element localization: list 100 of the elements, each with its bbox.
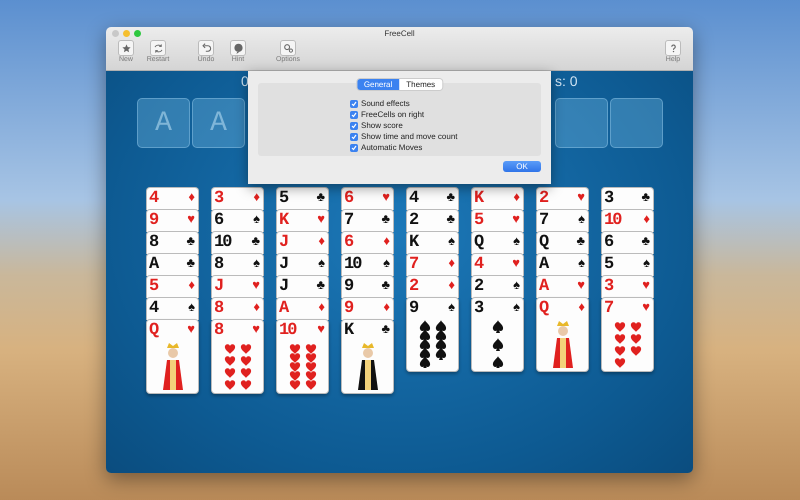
- card-suit: ♦: [383, 300, 390, 314]
- card-suit: ♦: [448, 278, 455, 292]
- card-rank: 9: [409, 298, 418, 319]
- playing-card[interactable]: 6 ♣: [601, 231, 654, 254]
- card-rank: 4: [149, 188, 158, 209]
- playing-card[interactable]: 6 ♥: [341, 187, 394, 210]
- playing-card[interactable]: 3 ♦: [211, 187, 264, 210]
- card-suit: ♥: [512, 212, 520, 226]
- card-rank: 8: [149, 232, 158, 253]
- playing-card[interactable]: 5 ♥: [471, 209, 524, 232]
- playing-card[interactable]: 9 ♥: [146, 209, 199, 232]
- playing-card[interactable]: 6 ♠: [211, 209, 264, 232]
- card-suit: ♦: [188, 190, 195, 204]
- card-suit: ♦: [188, 278, 195, 292]
- star-icon: [120, 42, 132, 54]
- card-suit: ♠: [513, 300, 520, 314]
- undo-icon: [200, 42, 212, 54]
- tab[interactable]: General: [356, 79, 400, 90]
- card-suit: ♦: [448, 256, 455, 270]
- playing-card[interactable]: K ♦: [471, 187, 524, 210]
- card-rank: 3: [604, 276, 612, 297]
- checkbox-label: Show score: [361, 121, 403, 130]
- card-suit: ♣: [446, 190, 455, 204]
- card-suit: ♣: [381, 212, 390, 226]
- card-rank: 9: [149, 210, 158, 231]
- card-rank: J: [279, 254, 288, 275]
- playing-card[interactable]: 10 ♦: [601, 209, 654, 232]
- card-suit: ♣: [381, 278, 390, 292]
- card-suit: ♠: [253, 212, 260, 226]
- playing-card[interactable]: A ♠: [536, 253, 589, 276]
- playing-card[interactable]: J ♥: [211, 275, 264, 298]
- ok-button[interactable]: OK: [503, 161, 541, 172]
- checkbox[interactable]: [350, 122, 358, 130]
- playing-card[interactable]: J ♠: [276, 253, 329, 276]
- playing-card[interactable]: A ♥: [536, 275, 589, 298]
- playing-card[interactable]: 7 ♥: [601, 297, 654, 372]
- card-suit: ♦: [318, 300, 325, 314]
- playing-card[interactable]: K ♠: [406, 231, 459, 254]
- playing-card[interactable]: 5 ♠: [601, 253, 654, 276]
- card-suit: ♥: [577, 278, 585, 292]
- playing-card[interactable]: 7 ♣: [341, 209, 394, 232]
- playing-card[interactable]: 2 ♦: [406, 275, 459, 298]
- card-rank: Q: [149, 320, 158, 341]
- playing-card[interactable]: 9 ♣: [341, 275, 394, 298]
- playing-card[interactable]: K ♥: [276, 209, 329, 232]
- card-rank: J: [214, 276, 222, 297]
- playing-card[interactable]: 3 ♥: [601, 275, 654, 298]
- checkbox[interactable]: [350, 132, 358, 140]
- playing-card[interactable]: 10 ♣: [211, 231, 264, 254]
- playing-card[interactable]: 2 ♥: [536, 187, 589, 210]
- checkbox[interactable]: [350, 110, 358, 118]
- playing-card[interactable]: Q ♠: [471, 231, 524, 254]
- playing-card[interactable]: 8 ♠: [211, 253, 264, 276]
- playing-card[interactable]: 7 ♠: [536, 209, 589, 232]
- playing-card[interactable]: 2 ♣: [406, 209, 459, 232]
- checkbox[interactable]: [350, 100, 358, 108]
- playing-card[interactable]: K ♣: [341, 319, 394, 394]
- playing-card[interactable]: Q ♦: [536, 297, 589, 372]
- playing-card[interactable]: 8 ♦: [211, 297, 264, 320]
- playing-card[interactable]: J ♦: [276, 231, 329, 254]
- checkbox-label: Automatic Moves: [361, 143, 422, 152]
- playing-card[interactable]: 9 ♠: [406, 297, 459, 372]
- card-rank: 10: [214, 232, 230, 253]
- playing-card[interactable]: 10 ♥: [276, 319, 329, 394]
- tab[interactable]: Themes: [399, 79, 442, 90]
- card-rank: 10: [279, 320, 296, 341]
- card-rank: Q: [539, 298, 548, 319]
- card-suit: ♣: [641, 234, 650, 248]
- playing-card[interactable]: 6 ♦: [341, 231, 394, 254]
- playing-card[interactable]: 8 ♥: [211, 319, 264, 394]
- playing-card[interactable]: 3 ♣: [601, 187, 654, 210]
- playing-card[interactable]: Q ♥: [146, 319, 199, 394]
- playing-card[interactable]: 4 ♣: [406, 187, 459, 210]
- card-rank: 8: [214, 320, 222, 341]
- window-title: FreeCell: [384, 29, 415, 38]
- playing-card[interactable]: 5 ♦: [146, 275, 199, 298]
- playing-card[interactable]: 4 ♥: [471, 253, 524, 276]
- playing-card[interactable]: 3 ♠: [471, 297, 524, 372]
- playing-card[interactable]: 2 ♠: [471, 275, 524, 298]
- card-rank: K: [344, 320, 352, 341]
- card-suit: ♦: [643, 212, 650, 226]
- playing-card[interactable]: A ♣: [146, 253, 199, 276]
- playing-card[interactable]: 4 ♠: [146, 297, 199, 320]
- playing-card[interactable]: 7 ♦: [406, 253, 459, 276]
- card-rank: 6: [214, 210, 222, 231]
- playing-card[interactable]: 4 ♦: [146, 187, 199, 210]
- card-rank: 7: [409, 254, 418, 275]
- playing-card[interactable]: 10 ♠: [341, 253, 394, 276]
- card-rank: A: [149, 254, 158, 275]
- card-suit: ♣: [446, 212, 455, 226]
- checkbox[interactable]: [350, 144, 358, 152]
- checkbox-label: Sound effects: [361, 99, 410, 108]
- playing-card[interactable]: J ♣: [276, 275, 329, 298]
- card-suit: ♣: [316, 190, 325, 204]
- playing-card[interactable]: 5 ♣: [276, 187, 329, 210]
- playing-card[interactable]: Q ♣: [536, 231, 589, 254]
- playing-card[interactable]: 8 ♣: [146, 231, 199, 254]
- card-suit: ♥: [642, 300, 650, 314]
- playing-card[interactable]: 9 ♦: [341, 297, 394, 320]
- playing-card[interactable]: A ♦: [276, 297, 329, 320]
